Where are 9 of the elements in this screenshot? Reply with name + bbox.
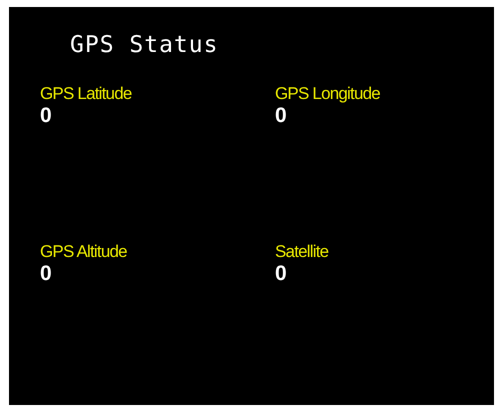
field-label: GPS Longitude [275,84,381,104]
field-label: Satellite [275,242,330,262]
panel-title: GPS Status [70,31,220,59]
field-value: 0 [275,262,288,286]
field-label: GPS Altitude [40,242,128,262]
field-value: 0 [40,262,53,286]
field-label: GPS Latitude [40,84,133,104]
field-value: 0 [40,104,53,128]
field-value: 0 [275,104,288,128]
